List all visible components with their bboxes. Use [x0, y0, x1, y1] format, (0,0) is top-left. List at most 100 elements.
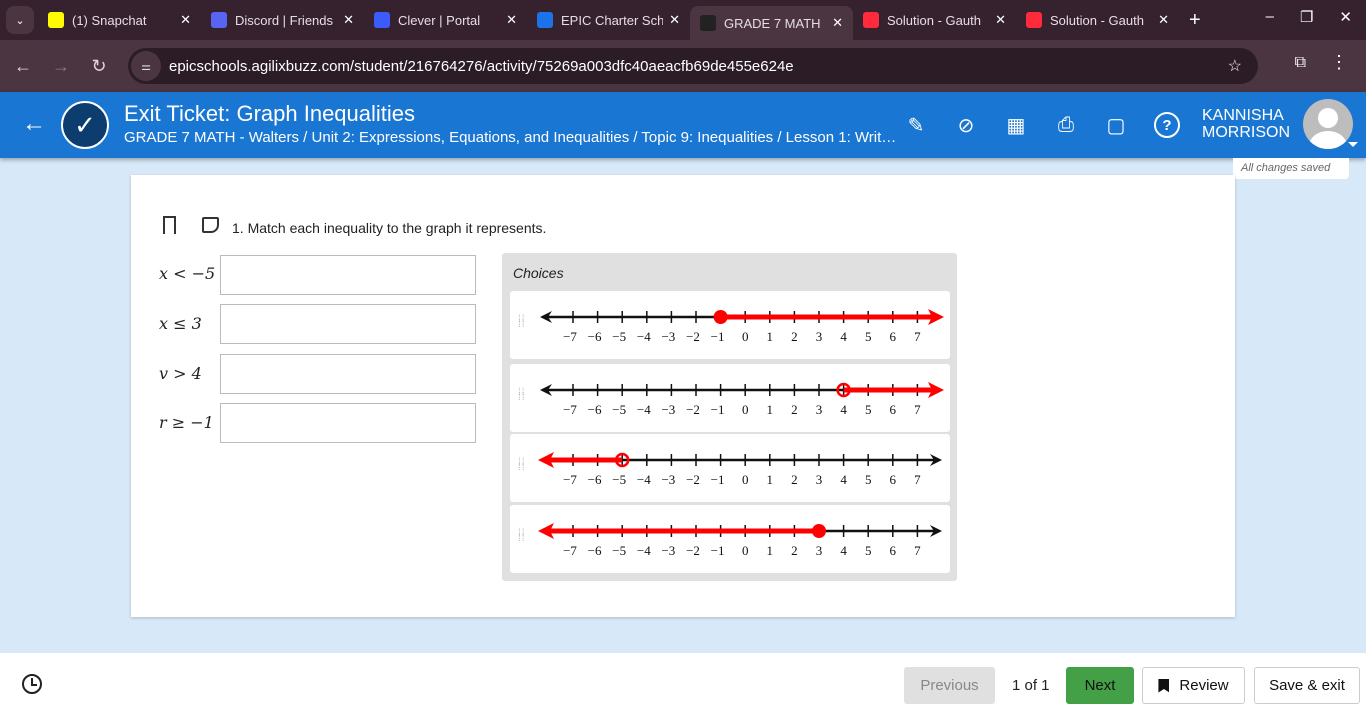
drop-slot[interactable] [220, 403, 476, 443]
tick-label: −1 [711, 329, 725, 344]
user-last-name: MORRISON [1202, 124, 1290, 141]
menu-icon[interactable]: ⋮ [1330, 52, 1348, 73]
closed-endpoint [812, 524, 826, 538]
back-arrow-icon[interactable]: ← [22, 110, 46, 138]
help-icon[interactable]: ? [1154, 112, 1180, 138]
back-icon[interactable]: ← [4, 56, 42, 77]
tab-search-button[interactable]: ⌄ [6, 6, 34, 34]
user-name[interactable]: KANNISHA MORRISON [1202, 107, 1290, 141]
tab-favicon-icon [211, 12, 227, 28]
minimize-button[interactable]: – [1266, 8, 1274, 26]
tick-label: 2 [791, 402, 798, 417]
browser-tab[interactable]: (1) Snapchat ✕ [38, 4, 201, 36]
bookmark-star-icon[interactable]: ☆ [1228, 56, 1242, 76]
tick-label: −7 [563, 329, 577, 344]
address-bar-row: ← → ↻ ⚌ epicschools.agilixbuzz.com/stude… [0, 40, 1366, 92]
highlighter-icon[interactable]: ✎ [903, 112, 929, 138]
new-tab-button[interactable]: + [1189, 9, 1201, 32]
block-icon[interactable]: ⊘ [953, 112, 979, 138]
drop-slot[interactable] [220, 354, 476, 394]
number-line: −7 −6 −5 −4 −3 −2 −1 0 1 2 3 4 5 6 7 [538, 452, 942, 487]
browser-tab[interactable]: Clever | Portal ✕ [364, 4, 527, 36]
clock-icon[interactable] [22, 674, 42, 694]
tick-label: 6 [890, 402, 897, 417]
url-field[interactable]: ⚌ epicschools.agilixbuzz.com/student/216… [128, 48, 1258, 84]
tick-label: 7 [914, 329, 921, 344]
review-button[interactable]: Review [1142, 667, 1245, 704]
page-title: Exit Ticket: Graph Inequalities [124, 101, 416, 126]
tick-label: 3 [816, 472, 823, 487]
browser-tab[interactable]: EPIC Charter Schools ✕ [527, 4, 690, 36]
save-exit-button[interactable]: Save & exit [1254, 667, 1360, 704]
sticky-note-icon[interactable]: ▢ [1103, 112, 1129, 138]
close-tab-icon[interactable]: ✕ [343, 12, 354, 28]
tick-label: 4 [840, 329, 847, 344]
tick-label: −7 [563, 543, 577, 558]
tab-favicon-icon [863, 12, 879, 28]
tick-label: 2 [791, 329, 798, 344]
tick-label: −1 [711, 402, 725, 417]
breadcrumb[interactable]: GRADE 7 MATH - Walters / Unit 2: Express… [124, 129, 899, 146]
close-tab-icon[interactable]: ✕ [506, 12, 517, 28]
tick-label: 6 [890, 543, 897, 558]
extensions-icon[interactable]: ⧉ [1295, 54, 1306, 72]
previous-button[interactable]: Previous [904, 667, 995, 704]
tick-label: −1 [711, 472, 725, 487]
tab-title: GRADE 7 MATH [724, 15, 821, 31]
tick-label: 5 [865, 402, 872, 417]
tick-label: 4 [840, 402, 847, 417]
tick-label: −2 [686, 543, 700, 558]
close-tab-icon[interactable]: ✕ [1158, 12, 1169, 28]
tick-label: 2 [791, 472, 798, 487]
tick-label: −5 [612, 329, 626, 344]
note-icon[interactable] [202, 217, 219, 233]
drop-slot[interactable] [220, 304, 476, 344]
tab-bar: ⌄ (1) Snapchat ✕ Discord | Friends ✕ Clever … [0, 0, 1366, 40]
choice-card[interactable]: ⁞⁞ ⁞⁞ −7 −6 −5 −4 −3 −2 −1 0 1 2 3 4 5 6 7 [510, 291, 950, 359]
prompt-label: r ≥ −1 [159, 413, 214, 432]
close-tab-icon[interactable]: ✕ [832, 15, 843, 31]
tick-label: 0 [742, 472, 749, 487]
tab-favicon-icon [700, 15, 716, 31]
tick-label: 1 [767, 402, 774, 417]
browser-tab[interactable]: Solution - Gauth ✕ [1016, 4, 1179, 36]
site-info-icon[interactable]: ⚌ [131, 51, 161, 81]
prompt-label: x ≤ 3 [159, 314, 202, 333]
tab-title: Discord | Friends [235, 12, 334, 28]
tick-label: 7 [914, 543, 921, 558]
close-tab-icon[interactable]: ✕ [669, 12, 680, 28]
restore-button[interactable]: ❐ [1300, 8, 1313, 26]
close-window-button[interactable]: ✕ [1339, 8, 1352, 26]
footer-bar: Previous 1 of 1 Next Review Save & exit [0, 653, 1366, 717]
print-icon[interactable]: ⎙ [1053, 112, 1079, 138]
tick-label: −4 [637, 329, 651, 344]
bookmark-icon[interactable] [163, 216, 176, 234]
tick-label: 6 [890, 329, 897, 344]
browser-tab[interactable]: Discord | Friends ✕ [201, 4, 364, 36]
tick-label: 3 [816, 402, 823, 417]
tick-label: 5 [865, 472, 872, 487]
tick-label: −6 [588, 329, 602, 344]
browser-tab[interactable]: Solution - Gauth ✕ [853, 4, 1016, 36]
choice-card[interactable]: ⁞⁞ ⁞⁞ −7 −6 −5 −4 −3 −2 −1 0 1 2 3 4 5 6 7 [510, 364, 950, 432]
drop-slot[interactable] [220, 255, 476, 295]
tick-label: 5 [865, 329, 872, 344]
choice-card[interactable]: ⁞⁞ ⁞⁞ −7 −6 −5 −4 −3 −2 −1 0 1 2 3 4 5 6 7 [510, 434, 950, 502]
review-label: Review [1179, 677, 1229, 694]
next-button[interactable]: Next [1066, 667, 1134, 704]
browser-tab[interactable]: GRADE 7 MATH ✕ [690, 6, 853, 40]
tick-label: −7 [563, 402, 577, 417]
number-line: −7 −6 −5 −4 −3 −2 −1 0 1 2 3 4 5 6 7 [538, 523, 942, 558]
tab-favicon-icon [374, 12, 390, 28]
avatar[interactable] [1303, 99, 1353, 149]
tick-label: 1 [767, 329, 774, 344]
tick-label: −6 [588, 543, 602, 558]
reload-icon[interactable]: ↻ [80, 56, 118, 77]
chevron-down-icon[interactable] [1348, 142, 1358, 147]
close-tab-icon[interactable]: ✕ [180, 12, 191, 28]
tab-title: EPIC Charter Schools [561, 12, 664, 28]
calculator-icon[interactable]: ▦ [1003, 112, 1029, 138]
forward-icon[interactable]: → [42, 56, 80, 77]
close-tab-icon[interactable]: ✕ [995, 12, 1006, 28]
choice-card[interactable]: ⁞⁞ ⁞⁞ −7 −6 −5 −4 −3 −2 −1 0 1 2 3 4 5 6 7 [510, 505, 950, 573]
